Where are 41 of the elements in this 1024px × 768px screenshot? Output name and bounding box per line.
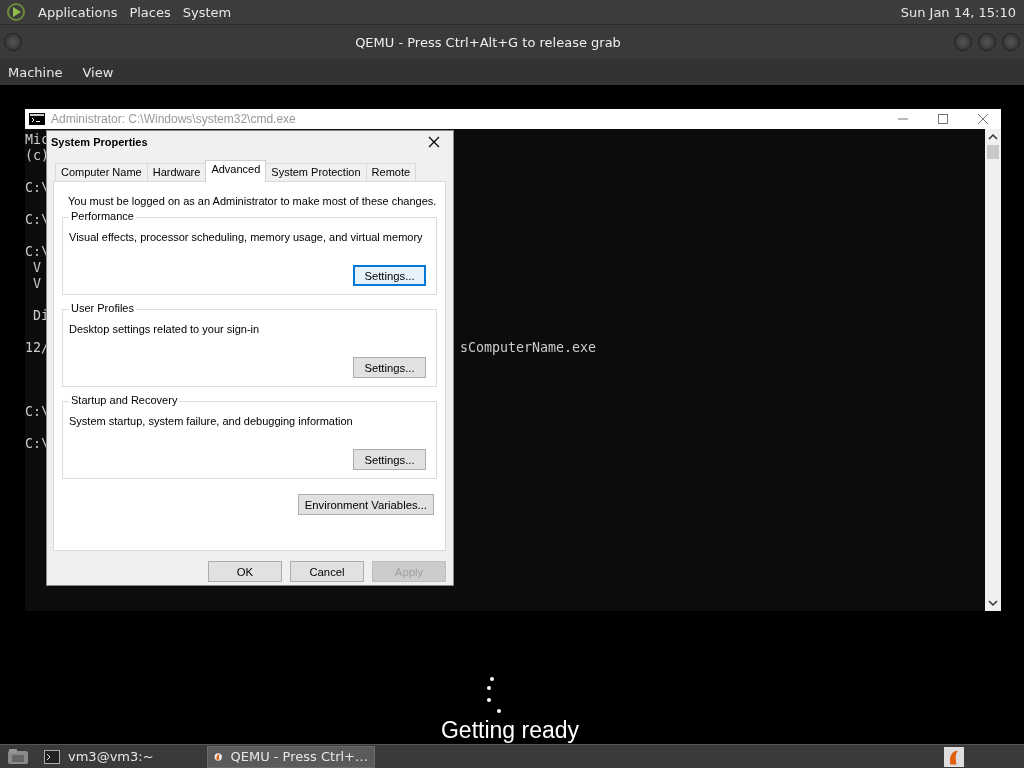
panel-menu[interactable]: Places [129, 4, 171, 20]
scroll-thumb[interactable] [987, 145, 999, 159]
terminal-icon [44, 749, 60, 764]
group-title: Performance [69, 210, 136, 222]
console-text: sComputerName.exe [460, 340, 597, 356]
group-description: Desktop settings related to your sign-in [69, 323, 260, 335]
group-title: User Profiles [69, 302, 136, 314]
dialog-title: System Properties [51, 136, 148, 148]
group-title: Startup and Recovery [69, 394, 180, 406]
taskbar-item[interactable]: vm3@vm3:~ [38, 745, 203, 768]
scroll-up-icon[interactable] [988, 133, 998, 141]
status-text: Getting ready [440, 717, 580, 744]
notice-text: You must be logged on as an Administrator to make most of these changes. [68, 195, 437, 207]
window-title: Administrator: C:\Windows\system32\cmd.exe [51, 112, 296, 126]
settings-button[interactable]: Settings... [353, 357, 426, 378]
menu-item[interactable]: Machine [8, 64, 63, 80]
play-logo-icon[interactable] [6, 2, 26, 22]
panel-menu[interactable]: System [182, 4, 232, 20]
menu-item[interactable]: View [82, 64, 114, 80]
close-icon[interactable] [428, 136, 440, 148]
maximize-icon[interactable] [937, 113, 949, 125]
group-description: System startup, system failure, and debugging information [69, 415, 353, 427]
console-text: V [32, 260, 41, 276]
dialog-button[interactable]: Cancel [290, 561, 364, 582]
console-text: Di [32, 308, 50, 324]
console-text: V [32, 276, 41, 292]
settings-button[interactable]: Settings... [353, 449, 426, 470]
panel-menu[interactable]: Applications [38, 4, 118, 20]
scrollbar[interactable] [985, 129, 1001, 611]
scroll-down-icon[interactable] [988, 599, 998, 607]
settings-button[interactable]: Settings... [353, 265, 426, 286]
console-icon [29, 113, 45, 125]
taskbar-item[interactable]: QEMU - Press Ctrl+… [207, 745, 375, 768]
tab[interactable]: Computer Name [55, 163, 148, 182]
window-title: QEMU - Press Ctrl+Alt+G to release grab [354, 34, 622, 50]
dialog-button[interactable]: OK [208, 561, 282, 582]
group-description: Visual effects, processor scheduling, memory usage, and virtual memory [69, 231, 423, 243]
tab[interactable]: Advanced [205, 160, 267, 182]
environment-variables-button[interactable]: Environment Variables... [297, 494, 434, 515]
console-text: (c) [25, 148, 50, 164]
clock[interactable]: Sun Jan 14, 15:10 [900, 4, 1016, 20]
